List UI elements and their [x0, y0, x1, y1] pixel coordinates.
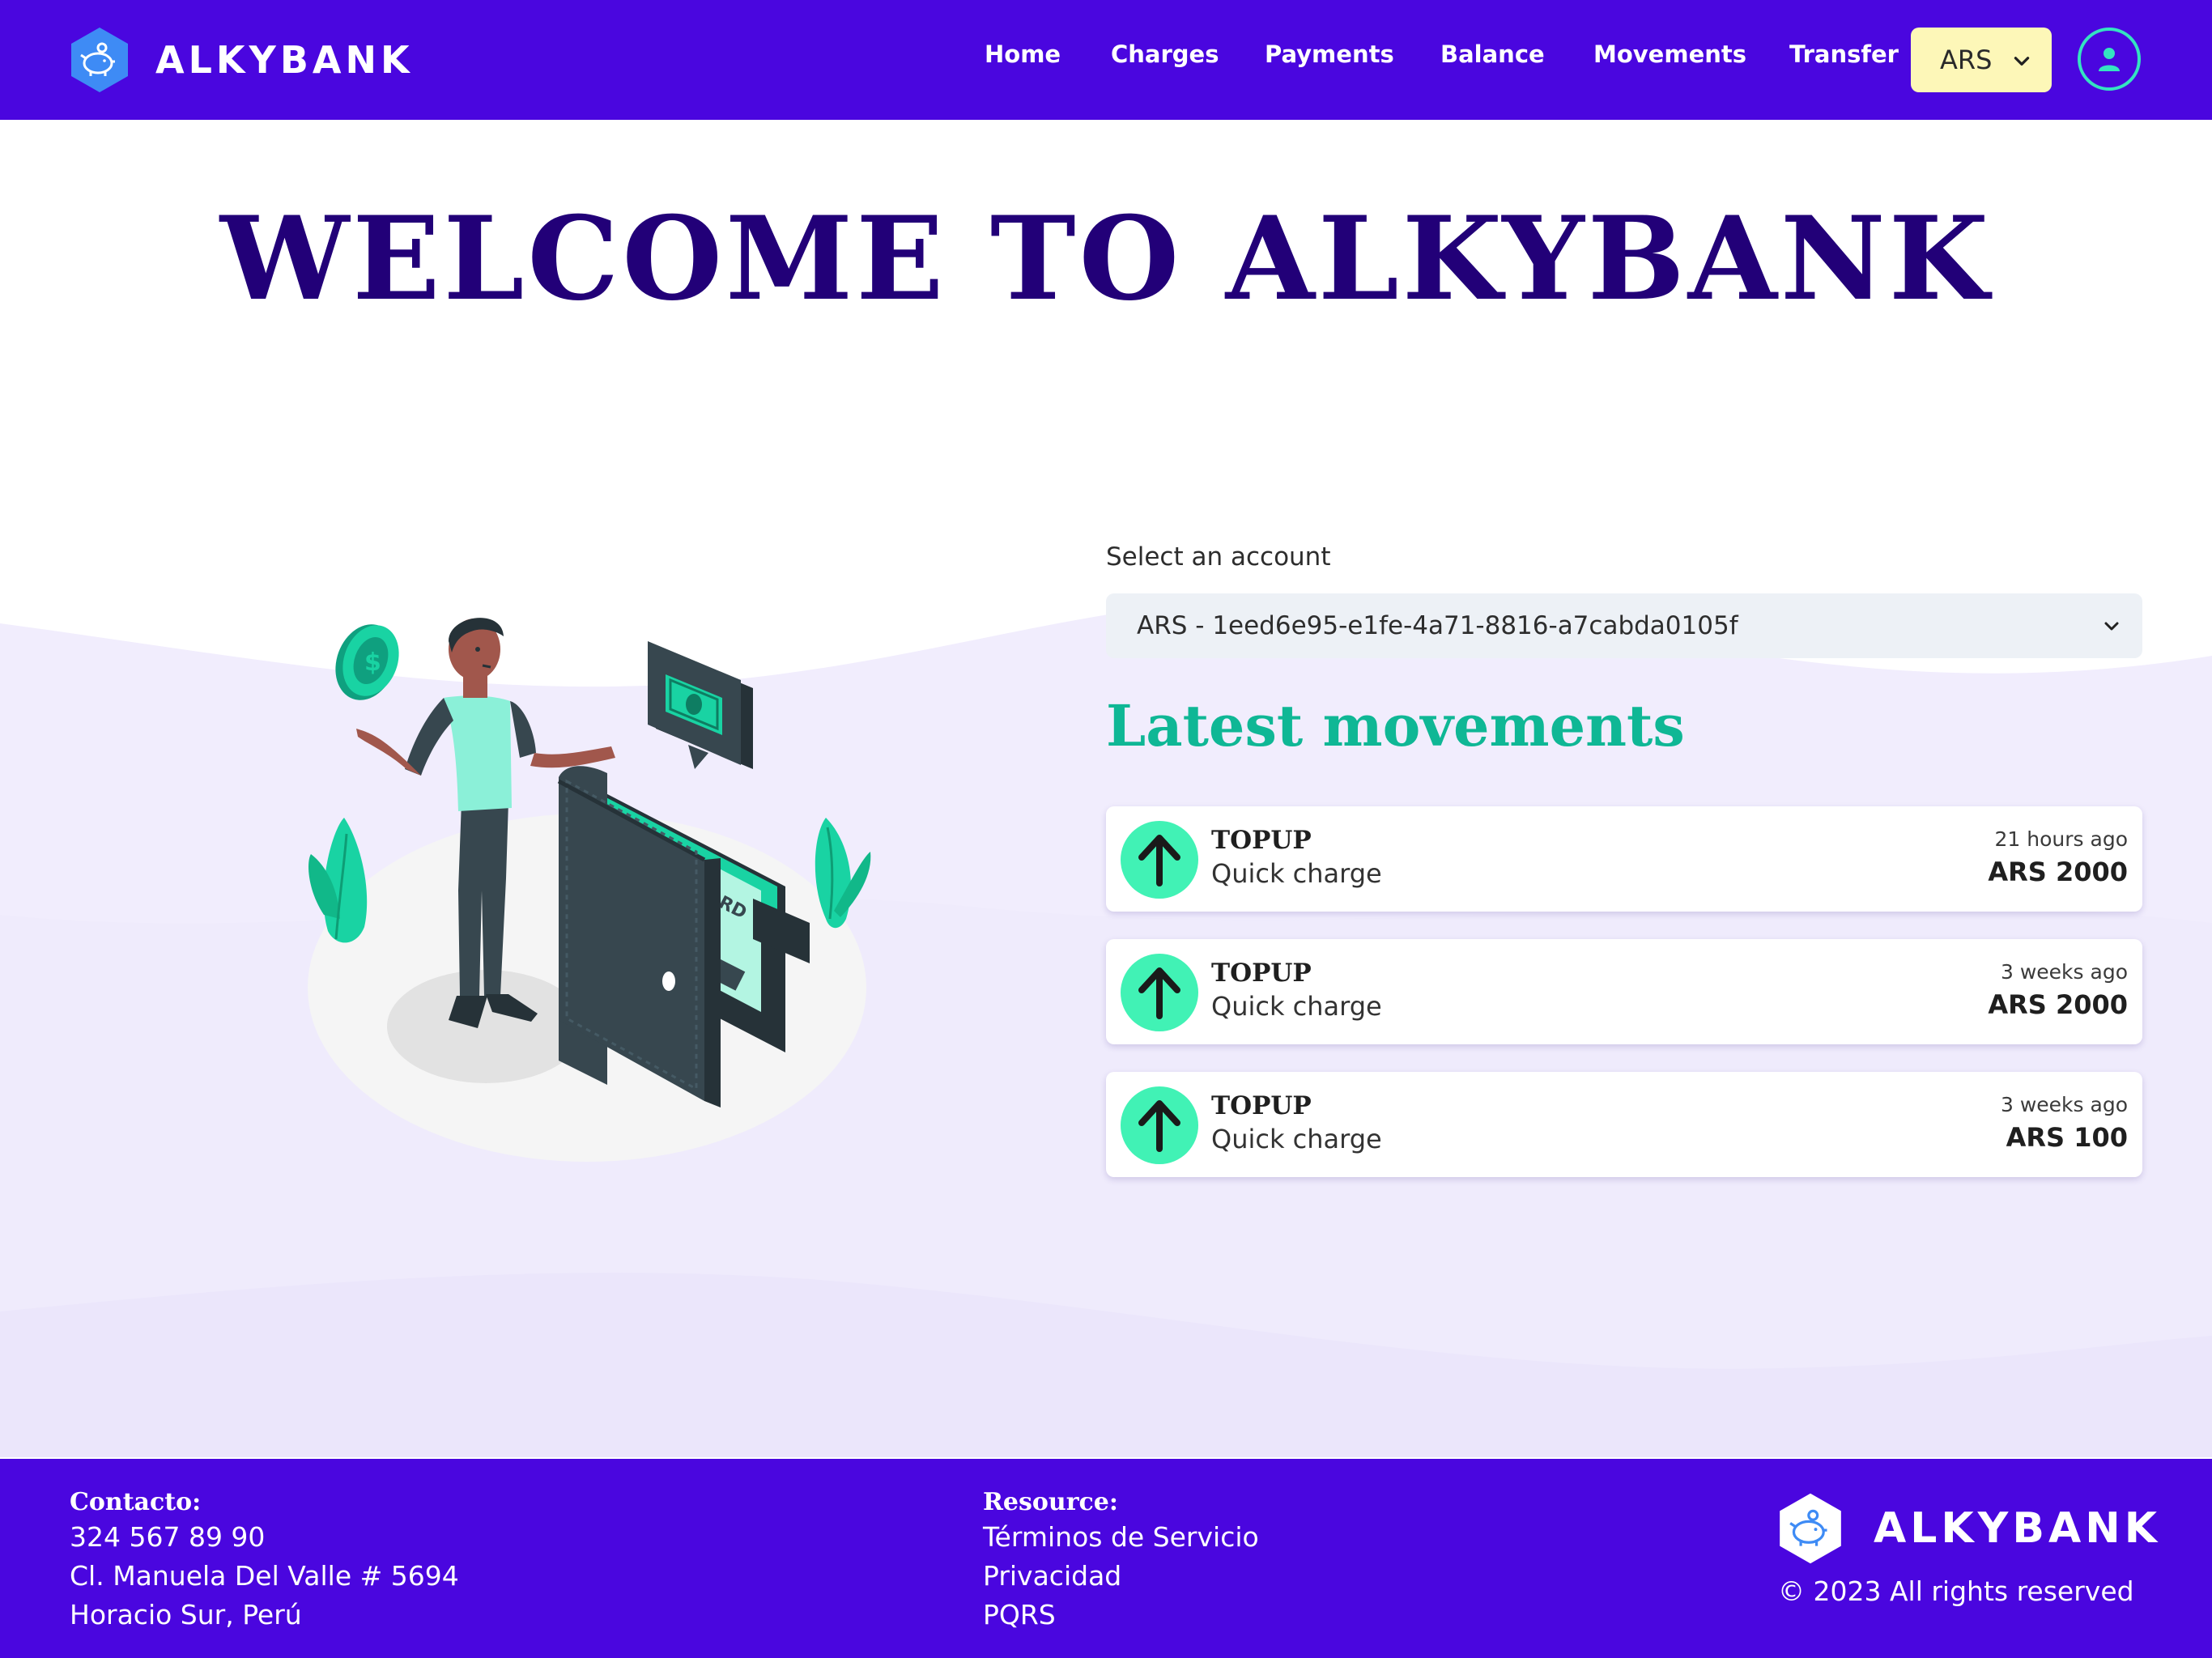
chevron-down-icon — [2104, 622, 2119, 631]
movement-type: TOPUP — [1211, 959, 1312, 988]
footer-copyright: © 2023 All rights reserved — [1778, 1575, 2134, 1607]
movement-time: 3 weeks ago — [2001, 1093, 2128, 1116]
movement-description: Quick charge — [1211, 1124, 1382, 1154]
footer-resources: Resource: Términos de Servicio Privacida… — [983, 1488, 1259, 1635]
account-select-dropdown[interactable]: ARS - 1eed6e95-e1fe-4a71-8816-a7cabda010… — [1106, 593, 2142, 658]
nav-link-transfer[interactable]: Transfer — [1789, 40, 1899, 68]
movement-card[interactable]: TOPUP Quick charge 3 weeks ago ARS 2000 — [1106, 939, 2142, 1044]
arrow-up-icon — [1121, 821, 1198, 899]
movement-description: Quick charge — [1211, 991, 1382, 1022]
svg-text:$: $ — [364, 648, 381, 677]
movement-description: Quick charge — [1211, 858, 1382, 889]
nav-link-balance[interactable]: Balance — [1440, 40, 1545, 68]
movement-amount: ARS 100 — [2006, 1122, 2128, 1153]
latest-movements-title: Latest movements — [1106, 692, 1685, 759]
nav-link-charges[interactable]: Charges — [1111, 40, 1219, 68]
main-navigation: Home Charges Payments Balance Movements … — [0, 0, 2212, 120]
footer-brand-name: ALKYBANK — [1874, 1504, 2162, 1553]
footer-link-terms[interactable]: Términos de Servicio — [983, 1518, 1259, 1557]
money-bubble-icon — [648, 641, 753, 769]
top-navbar: ALKYBANK Home Charges Payments Balance M… — [0, 0, 2212, 120]
movement-type: TOPUP — [1211, 1091, 1312, 1120]
footer-phone: 324 567 89 90 — [70, 1521, 266, 1553]
footer-link-privacy[interactable]: Privacidad — [983, 1557, 1259, 1596]
user-profile-button[interactable] — [2078, 28, 2141, 91]
movement-card[interactable]: TOPUP Quick charge 3 weeks ago ARS 100 — [1106, 1072, 2142, 1177]
dollar-coin-icon: $ — [335, 624, 399, 700]
chevron-down-icon — [2014, 57, 2030, 66]
movement-time: 3 weeks ago — [2001, 960, 2128, 984]
footer-address: Cl. Manuela Del Valle # 5694 — [70, 1560, 459, 1592]
arrow-up-icon — [1121, 954, 1198, 1031]
movement-amount: ARS 2000 — [1988, 989, 2128, 1020]
footer-city: Horacio Sur, Perú — [70, 1599, 302, 1630]
nav-link-home[interactable]: Home — [985, 40, 1061, 68]
piggy-bank-logo-icon — [1780, 1493, 1841, 1564]
currency-value: ARS — [1940, 45, 1993, 75]
movement-type: TOPUP — [1211, 826, 1312, 855]
footer-contact-heading: Contacto: — [70, 1488, 202, 1516]
nav-link-payments[interactable]: Payments — [1265, 40, 1394, 68]
account-select-label: Select an account — [1106, 542, 1331, 572]
account-select-value: ARS - 1eed6e95-e1fe-4a71-8816-a7cabda010… — [1137, 611, 1738, 640]
arrow-up-icon — [1121, 1086, 1198, 1164]
plant-left-icon — [308, 818, 368, 943]
site-footer: Contacto: 324 567 89 90 Cl. Manuela Del … — [0, 1459, 2212, 1658]
nav-link-movements[interactable]: Movements — [1593, 40, 1746, 68]
movement-amount: ARS 2000 — [1988, 857, 2128, 887]
user-icon — [2099, 48, 2120, 71]
footer-contact: Contacto: 324 567 89 90 Cl. Manuela Del … — [70, 1488, 459, 1635]
movement-time: 21 hours ago — [1994, 827, 2128, 851]
wallet-illustration: $ CREDIT CARD — [308, 618, 871, 1162]
currency-dropdown[interactable]: ARS — [1911, 28, 2052, 92]
footer-brand: ALKYBANK — [1778, 1491, 2161, 1566]
footer-resources-heading: Resource: — [983, 1488, 1118, 1516]
page-title: WELCOME TO ALKYBANK — [219, 192, 1993, 326]
plant-right-icon — [815, 818, 871, 929]
footer-link-pqrs[interactable]: PQRS — [983, 1596, 1259, 1635]
movement-card[interactable]: TOPUP Quick charge 21 hours ago ARS 2000 — [1106, 806, 2142, 912]
